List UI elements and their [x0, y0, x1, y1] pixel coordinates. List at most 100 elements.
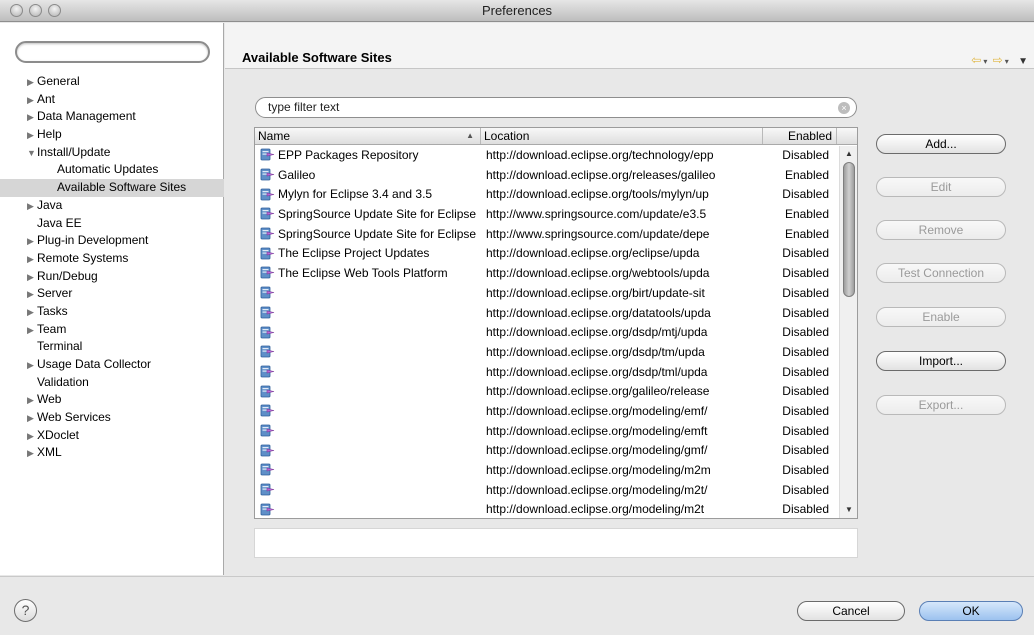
- back-arrow-icon[interactable]: ⇦: [971, 53, 981, 67]
- forward-dropdown-icon[interactable]: ▾: [1005, 57, 1009, 66]
- table-row[interactable]: The Eclipse Web Tools Platform http://dow…: [255, 264, 837, 284]
- site-name-cell: [260, 284, 480, 304]
- tree-item-tasks[interactable]: ▶ Tasks: [0, 303, 224, 321]
- tree-item-help[interactable]: ▶ Help: [0, 126, 224, 144]
- collapsed-arrow-icon[interactable]: ▶: [27, 392, 37, 410]
- collapsed-arrow-icon[interactable]: ▶: [27, 233, 37, 251]
- tree-item-web-services[interactable]: ▶ Web Services: [0, 409, 224, 427]
- remove-button[interactable]: Remove: [876, 220, 1006, 240]
- add-button[interactable]: Add...: [876, 134, 1006, 154]
- table-row[interactable]: http://download.eclipse.org/dsdp/tml/upd…: [255, 363, 837, 383]
- table-row[interactable]: http://download.eclipse.org/modeling/m2m…: [255, 461, 837, 481]
- table-row[interactable]: SpringSource Update Site for Eclipse http…: [255, 225, 837, 245]
- collapsed-arrow-icon[interactable]: ▶: [27, 74, 37, 92]
- enable-button[interactable]: Enable: [876, 307, 1006, 327]
- minimize-window-button[interactable]: [29, 4, 42, 17]
- table-row[interactable]: http://download.eclipse.org/modeling/emf…: [255, 422, 837, 442]
- tree-item-label: Team: [37, 321, 67, 336]
- table-row[interactable]: http://download.eclipse.org/modeling/gmf…: [255, 441, 837, 461]
- tree-item-plug-in-development[interactable]: ▶ Plug-in Development: [0, 232, 224, 250]
- vertical-scrollbar[interactable]: ▲ ▼: [839, 146, 857, 518]
- collapsed-arrow-icon[interactable]: ▶: [27, 127, 37, 145]
- tree-search-input[interactable]: [15, 41, 210, 63]
- site-location: http://download.eclipse.org/modeling/gmf…: [486, 443, 708, 458]
- table-row[interactable]: http://download.eclipse.org/galileo/rele…: [255, 382, 837, 402]
- column-header-enabled[interactable]: Enabled: [763, 128, 837, 144]
- site-location: http://download.eclipse.org/modeling/m2t: [486, 502, 705, 517]
- site-enabled-status: Disabled: [782, 344, 829, 359]
- test-connection-button[interactable]: Test Connection: [876, 263, 1006, 283]
- collapsed-arrow-icon[interactable]: ▶: [27, 428, 37, 446]
- collapsed-arrow-icon[interactable]: ▶: [27, 269, 37, 287]
- column-header-name[interactable]: Name ▲: [255, 128, 481, 144]
- table-row[interactable]: http://download.eclipse.org/datatools/up…: [255, 304, 837, 324]
- scroll-down-icon[interactable]: ▼: [840, 503, 857, 517]
- table-row[interactable]: The Eclipse Project Updates http://downlo…: [255, 244, 837, 264]
- table-row[interactable]: Mylyn for Eclipse 3.4 and 3.5 http://down…: [255, 185, 837, 205]
- expanded-arrow-icon[interactable]: ▼: [27, 145, 37, 163]
- update-site-icon: [260, 226, 275, 241]
- column-header-location[interactable]: Location: [481, 128, 763, 144]
- site-enabled-status: Disabled: [782, 305, 829, 320]
- collapsed-arrow-icon[interactable]: ▶: [27, 92, 37, 110]
- table-row[interactable]: http://download.eclipse.org/modeling/m2t…: [255, 481, 837, 501]
- table-row[interactable]: SpringSource Update Site for Eclipse http…: [255, 205, 837, 225]
- table-row[interactable]: Galileo http://download.eclipse.org/relea…: [255, 166, 837, 186]
- update-site-icon: [260, 364, 275, 379]
- dialog-footer: ? Cancel OK: [0, 576, 1034, 635]
- collapsed-arrow-icon[interactable]: ▶: [27, 322, 37, 340]
- collapsed-arrow-icon[interactable]: ▶: [27, 286, 37, 304]
- table-row[interactable]: http://download.eclipse.org/modeling/m2t…: [255, 500, 837, 518]
- table-row[interactable]: http://download.eclipse.org/birt/update-…: [255, 284, 837, 304]
- tree-item-server[interactable]: ▶ Server: [0, 285, 224, 303]
- tree-item-remote-systems[interactable]: ▶ Remote Systems: [0, 250, 224, 268]
- tree-item-available-software-sites[interactable]: Available Software Sites: [0, 179, 224, 197]
- site-location: http://download.eclipse.org/dsdp/mtj/upd…: [486, 325, 708, 340]
- import-button[interactable]: Import...: [876, 351, 1006, 371]
- tree-item-ant[interactable]: ▶ Ant: [0, 91, 224, 109]
- back-dropdown-icon[interactable]: ▾: [983, 57, 987, 66]
- edit-button[interactable]: Edit: [876, 177, 1006, 197]
- cancel-button[interactable]: Cancel: [797, 601, 905, 621]
- site-enabled-status: Disabled: [782, 364, 829, 379]
- collapsed-arrow-icon[interactable]: ▶: [27, 445, 37, 463]
- tree-item-java-ee[interactable]: Java EE: [0, 215, 224, 233]
- tree-item-terminal[interactable]: Terminal: [0, 338, 224, 356]
- update-site-icon: [260, 285, 275, 300]
- zoom-window-button[interactable]: [48, 4, 61, 17]
- collapsed-arrow-icon[interactable]: ▶: [27, 410, 37, 428]
- table-row[interactable]: http://download.eclipse.org/dsdp/mtj/upd…: [255, 323, 837, 343]
- ok-button[interactable]: OK: [919, 601, 1023, 621]
- tree-item-validation[interactable]: Validation: [0, 374, 224, 392]
- table-row[interactable]: http://download.eclipse.org/dsdp/tm/upda…: [255, 343, 837, 363]
- site-enabled-status: Disabled: [782, 285, 829, 300]
- scroll-up-icon[interactable]: ▲: [840, 147, 857, 161]
- collapsed-arrow-icon[interactable]: ▶: [27, 198, 37, 216]
- collapsed-arrow-icon[interactable]: ▶: [27, 304, 37, 322]
- close-window-button[interactable]: [10, 4, 23, 17]
- filter-input[interactable]: type filter text ×: [255, 97, 857, 118]
- tree-item-xml[interactable]: ▶ XML: [0, 444, 224, 462]
- tree-item-data-management[interactable]: ▶ Data Management: [0, 108, 224, 126]
- forward-arrow-icon[interactable]: ⇨: [993, 53, 1003, 67]
- collapsed-arrow-icon[interactable]: ▶: [27, 357, 37, 375]
- tree-item-run-debug[interactable]: ▶ Run/Debug: [0, 268, 224, 286]
- tree-item-web[interactable]: ▶ Web: [0, 391, 224, 409]
- table-row[interactable]: http://download.eclipse.org/modeling/emf…: [255, 402, 837, 422]
- tree-item-team[interactable]: ▶ Team: [0, 321, 224, 339]
- tree-item-usage-data-collector[interactable]: ▶ Usage Data Collector: [0, 356, 224, 374]
- tree-item-automatic-updates[interactable]: Automatic Updates: [0, 161, 224, 179]
- help-icon[interactable]: ?: [14, 599, 37, 622]
- tree-item-install-update[interactable]: ▼Install/Update: [0, 144, 224, 162]
- table-row[interactable]: EPP Packages Repository http://download.e…: [255, 146, 837, 166]
- view-menu-icon[interactable]: ▼: [1018, 56, 1028, 67]
- clear-filter-icon[interactable]: ×: [838, 102, 850, 114]
- collapsed-arrow-icon[interactable]: ▶: [27, 109, 37, 127]
- collapsed-arrow-icon[interactable]: ▶: [27, 251, 37, 269]
- tree-item-java[interactable]: ▶ Java: [0, 197, 224, 215]
- update-site-icon: [260, 305, 275, 320]
- tree-item-xdoclet[interactable]: ▶ XDoclet: [0, 427, 224, 445]
- tree-item-general[interactable]: ▶ General: [0, 73, 224, 91]
- scrollbar-thumb[interactable]: [843, 162, 855, 297]
- export-button[interactable]: Export...: [876, 395, 1006, 415]
